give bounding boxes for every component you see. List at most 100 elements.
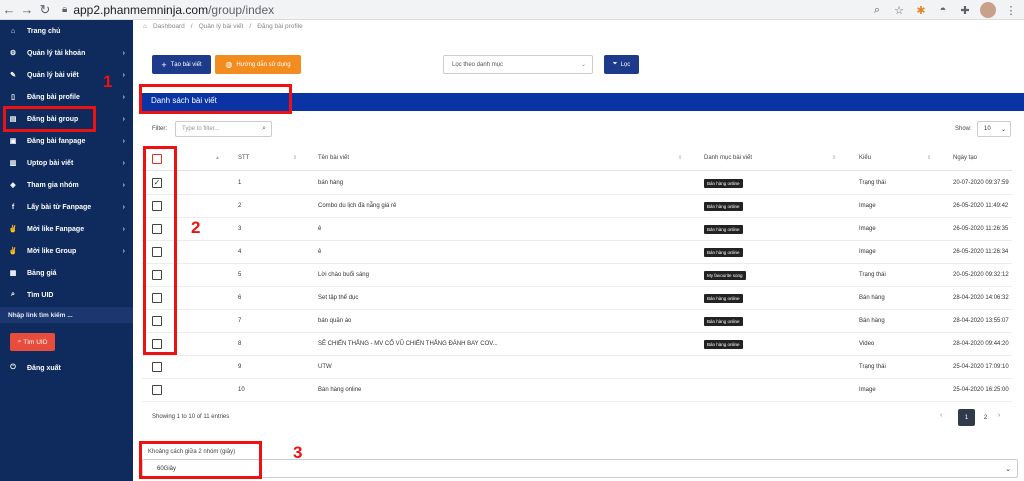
filter-input[interactable]: Type to filter... ⌕ <box>175 121 272 137</box>
table-row[interactable]: 7 bán quần áo Bán hàng 28-04-2020 13:55:07 B… <box>142 310 1012 333</box>
cell-name: Bán hàng online <box>318 387 362 393</box>
sidebar-item[interactable]: ⌂ Trang chủ <box>0 20 133 42</box>
forward-icon[interactable]: → <box>18 1 36 19</box>
cell-name: UTW <box>318 364 332 370</box>
category-select[interactable]: Lọc theo danh mục ⌄ <box>443 55 593 74</box>
cell-date: 26-05-2020 11:49:42 <box>953 203 1009 209</box>
star-icon[interactable]: ☆ <box>892 3 906 17</box>
gap-select[interactable]: 60Giây ⌄ <box>142 459 1018 478</box>
cell-name: ê <box>318 226 322 232</box>
cell-type: Bán hàng <box>859 295 885 301</box>
sidebar-item[interactable]: ▣ Đăng bài fanpage › <box>0 130 133 152</box>
column-header[interactable]: STT <box>238 155 249 161</box>
category-badge: Bán hàng online <box>704 317 743 326</box>
gear-icon: ⚙ <box>9 50 17 57</box>
table-row[interactable]: 10 Bán hàng online Image 25-04-2020 16:25:0… <box>142 379 1012 402</box>
extension-mask-icon[interactable]: ◓ <box>936 3 950 17</box>
find-uid-button-label: Tìm UID <box>23 338 48 346</box>
table-row[interactable]: 3 ê Image 26-05-2020 11:26:35 Bán hàng onlin… <box>142 218 1012 241</box>
column-header[interactable]: Danh mục bài viết <box>704 155 752 161</box>
table-row[interactable]: 6 Set tập thể dục Bán hàng 28-04-2020 14:06… <box>142 287 1012 310</box>
cell-stt: 1 <box>238 180 242 186</box>
cell-stt: 2 <box>238 203 242 209</box>
chevron-right-icon: › <box>122 203 125 211</box>
funnel-icon: ⏷ <box>612 61 618 67</box>
category-badge: Bán hàng online <box>704 225 743 234</box>
table-row[interactable]: 5 Lời chào buổi sáng Trạng thái 20-05-2020 … <box>142 264 1012 287</box>
column-header[interactable]: Kiểu <box>859 155 871 161</box>
find-uid-button[interactable]: ⌕ Tìm UID <box>10 333 55 351</box>
sidebar-item-label: Đăng bài fanpage <box>27 137 86 145</box>
sort-icon[interactable]: ▲ <box>215 155 220 161</box>
doc-icon: ▥ <box>9 160 17 167</box>
new-post-label: Tạo bài viết <box>170 61 202 68</box>
sidebar-item[interactable]: ▯ Đăng bài profile › <box>0 86 133 108</box>
annotation-box <box>139 441 262 479</box>
table-row[interactable]: 4 ê Image 26-05-2020 11:26:34 Bán hàng onlin… <box>142 241 1012 264</box>
sidebar-item[interactable]: ✎ Quản lý bài viết › <box>0 64 133 86</box>
reload-icon[interactable]: ↻ <box>36 1 54 19</box>
column-header[interactable]: Tên bài viết <box>318 155 349 161</box>
cell-stt: 7 <box>238 318 242 324</box>
sort-icon[interactable]: ⇕ <box>678 155 682 161</box>
new-post-button[interactable]: + Tạo bài viết <box>152 55 211 74</box>
address-bar[interactable]: 🔒︎ app2.phanmemninja.com/group/index <box>62 3 274 17</box>
sidebar-item[interactable]: ⚙ Quản lý tài khoản › <box>0 42 133 64</box>
facebook-icon: f <box>11 203 15 211</box>
column-header[interactable]: Ngày tạo <box>953 155 977 161</box>
sidebar-item-label: Quản lý bài viết <box>27 71 79 79</box>
puzzle-icon[interactable]: ✚ <box>958 3 972 17</box>
sort-icon[interactable]: ⇕ <box>293 155 297 161</box>
pagination-page-1[interactable]: 1 <box>958 409 975 426</box>
cell-type: Image <box>859 226 876 232</box>
menu-dots-icon[interactable]: ⋮ <box>1004 3 1018 17</box>
sidebar-item-label: Đăng xuất <box>27 364 61 372</box>
category-badge: Bán hàng online <box>704 179 743 188</box>
filter-button-label: Lọc <box>620 61 631 68</box>
search-icon[interactable]: ⌕ <box>870 3 884 17</box>
browser-toolbar: ← → ↻ 🔒︎ app2.phanmemninja.com/group/ind… <box>0 0 1024 20</box>
extension-icon[interactable]: ✱ <box>914 3 928 17</box>
pagination-page-2[interactable]: 2 <box>977 409 994 426</box>
cell-type: Trạng thái <box>859 364 886 370</box>
sidebar-item[interactable]: ▦ Bảng giá <box>0 262 133 284</box>
pagination-next[interactable]: › <box>998 412 1000 419</box>
breadcrumb-item[interactable]: Quản lý bài viết <box>199 23 244 30</box>
thumbs-up-icon: ✌ <box>8 248 18 255</box>
back-icon[interactable]: ← <box>0 1 18 19</box>
chevron-right-icon: › <box>122 181 125 189</box>
sidebar-item[interactable]: ✌ Mời like Fanpage › <box>0 218 133 240</box>
sidebar-item[interactable]: ▥ Uptop bài viết › <box>0 152 133 174</box>
page-size-select[interactable]: 10 ⌄ <box>977 121 1011 137</box>
cell-name: Set tập thể dục <box>318 295 359 301</box>
sidebar-item-logout[interactable]: ⏻ Đăng xuất <box>0 357 133 379</box>
sort-icon[interactable]: ⇕ <box>927 155 931 161</box>
chevron-right-icon: › <box>122 137 125 145</box>
table-row[interactable]: 8 SẼ CHIẾN THẮNG - MV CỔ VŨ CHIẾN THẮNG Đ… <box>142 333 1012 356</box>
sidebar-item[interactable]: ◈ Tham gia nhóm › <box>0 174 133 196</box>
search-icon: ⌕ <box>17 338 22 345</box>
cell-type: Image <box>859 387 876 393</box>
table-row[interactable]: 2 Combo du lịch đà nẵng giá rẻ Image 26-05-… <box>142 195 1012 218</box>
guide-button[interactable]: ◍ Hướng dẫn sử dụng <box>215 55 301 74</box>
category-badge: Bán hàng online <box>704 340 743 349</box>
annotation-box <box>139 84 292 114</box>
table-icon: ▦ <box>9 270 17 277</box>
sidebar-item[interactable]: f Lấy bài từ Fanpage › <box>0 196 133 218</box>
cell-name: bán hàng <box>318 180 344 186</box>
row-checkbox[interactable] <box>152 362 162 372</box>
table-row[interactable]: 9 UTW Trạng thái 25-04-2020 17:09:10 <box>142 356 1012 379</box>
filter-button[interactable]: ⏷ Lọc <box>604 55 639 74</box>
sidebar-item[interactable]: ⌕ Tìm UID <box>0 284 133 306</box>
table-row[interactable]: ✓ 1 bán hàng Trạng thái 20-07-2020 09:37:59 B… <box>142 172 1012 195</box>
row-checkbox[interactable] <box>152 385 162 395</box>
breadcrumb: ⌂ Dashboard / Quản lý bài viết / Đăng bà… <box>143 22 303 30</box>
cell-date: 20-05-2020 09:32:12 <box>953 272 1009 278</box>
sidebar-item[interactable]: ✌ Mời like Group › <box>0 240 133 262</box>
pagination-prev[interactable]: ‹ <box>940 412 942 419</box>
avatar[interactable] <box>980 2 996 18</box>
sort-icon[interactable]: ⇕ <box>832 155 836 161</box>
sidebar-item-label: Tham gia nhóm <box>27 181 79 189</box>
search-link-label: Nhập link tìm kiếm ... <box>0 307 133 323</box>
breadcrumb-item[interactable]: Dashboard <box>153 23 185 30</box>
